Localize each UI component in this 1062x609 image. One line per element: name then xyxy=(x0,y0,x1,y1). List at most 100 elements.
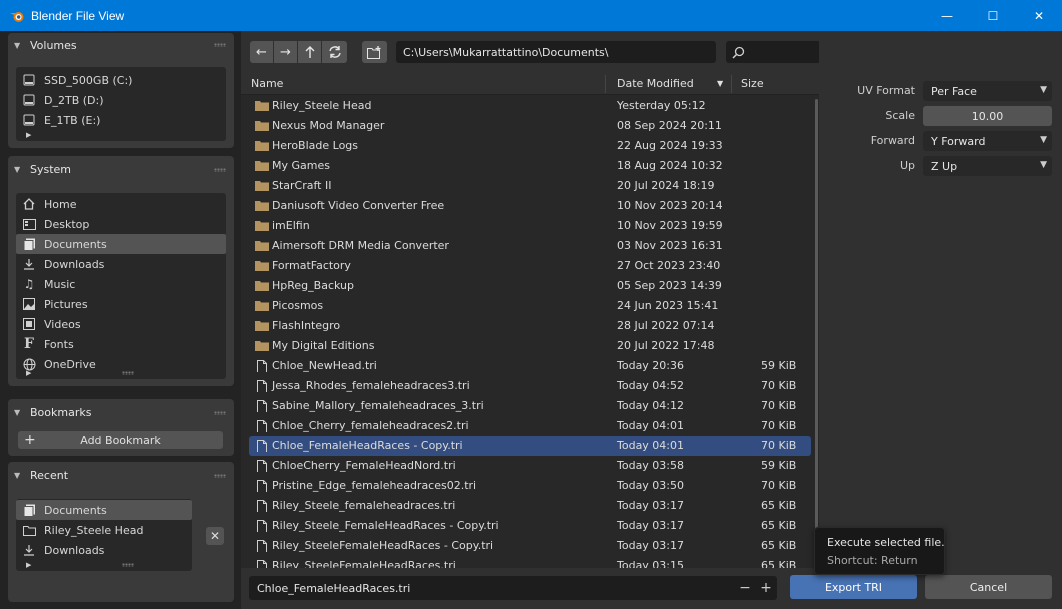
bookmarks-header[interactable]: ▼ Bookmarks xyxy=(8,399,234,425)
folder-icon xyxy=(255,221,269,231)
expand-arrow-icon[interactable]: ▶ xyxy=(26,369,31,377)
downloads-icon xyxy=(21,257,37,271)
expand-arrow-icon[interactable]: ▶ xyxy=(26,561,31,569)
sidebar-item-onedrive[interactable]: OneDrive xyxy=(16,354,226,374)
folder-row[interactable]: My Digital Editions 20 Jul 2022 17:48 xyxy=(249,336,811,356)
clear-recent-button[interactable]: ✕ xyxy=(206,527,224,545)
file-row[interactable]: Riley_Steele_FemaleHeadRaces - Copy.tri T… xyxy=(249,516,811,536)
uv-format-dropdown[interactable]: Per Face ▼ xyxy=(923,81,1052,101)
drive-icon xyxy=(21,93,37,107)
drag-grip-icon[interactable] xyxy=(214,43,226,47)
expand-arrow-icon[interactable]: ▶ xyxy=(26,131,31,139)
folder-icon xyxy=(21,523,37,537)
file-date: Today 04:12 xyxy=(617,399,685,412)
sidebar-item-documents[interactable]: Documents xyxy=(16,234,226,254)
new-folder-button[interactable] xyxy=(362,41,387,63)
filename-field[interactable]: Chloe_FemaleHeadRaces.tri xyxy=(249,576,777,600)
folder-icon xyxy=(255,121,269,131)
recent-header[interactable]: ▼ Recent xyxy=(8,462,234,488)
new-folder-icon xyxy=(367,45,381,59)
folder-row[interactable]: FlashIntegro 28 Jul 2022 07:14 xyxy=(249,316,811,336)
column-name[interactable]: Name xyxy=(251,77,283,90)
drag-grip-icon[interactable] xyxy=(214,474,226,478)
folder-row[interactable]: StarCraft II 20 Jul 2024 18:19 xyxy=(249,176,811,196)
column-divider[interactable] xyxy=(605,75,606,93)
export-tri-button[interactable]: Export TRI xyxy=(790,575,917,599)
system-header[interactable]: ▼ System xyxy=(8,156,234,182)
minimize-button[interactable]: — xyxy=(924,0,970,31)
resize-grip-icon[interactable] xyxy=(122,563,134,567)
folder-row[interactable]: FormatFactory 27 Oct 2023 23:40 xyxy=(249,256,811,276)
folder-icon xyxy=(255,241,269,251)
scale-field[interactable]: 10.00 xyxy=(923,106,1052,126)
pictures-icon xyxy=(21,297,37,311)
drag-grip-icon[interactable] xyxy=(214,168,226,172)
recent-item-documents[interactable]: Documents xyxy=(16,500,192,520)
recent-item-downloads[interactable]: Downloads xyxy=(16,540,192,560)
file-name: imElfin xyxy=(272,219,310,232)
close-button[interactable]: ✕ xyxy=(1016,0,1062,31)
folder-row[interactable]: Riley_Steele Head Yesterday 05:12 xyxy=(249,96,811,116)
recent-item-folder[interactable]: Riley_Steele Head xyxy=(16,520,192,540)
file-row[interactable]: Riley_Steele_femaleheadraces.tri Today 03… xyxy=(249,496,811,516)
folder-row[interactable]: Aimersoft DRM Media Converter 03 Nov 2023… xyxy=(249,236,811,256)
vertical-scrollbar[interactable] xyxy=(815,99,818,539)
refresh-button[interactable] xyxy=(322,41,347,63)
back-button[interactable]: ← xyxy=(250,41,273,63)
file-row[interactable]: Riley_SteeleFemaleHeadRaces - Copy.tri To… xyxy=(249,536,811,556)
file-name: My Games xyxy=(272,159,330,172)
maximize-button[interactable]: ☐ xyxy=(970,0,1016,31)
folder-row[interactable]: imElfin 10 Nov 2023 19:59 xyxy=(249,216,811,236)
sidebar-item-pictures[interactable]: Pictures xyxy=(16,294,226,314)
column-size[interactable]: Size xyxy=(741,77,764,90)
folder-row[interactable]: HeroBlade Logs 22 Aug 2024 19:33 xyxy=(249,136,811,156)
file-row[interactable]: Chloe_FemaleHeadRaces - Copy.tri Today 04… xyxy=(249,436,811,456)
folder-row[interactable]: Nexus Mod Manager 08 Sep 2024 20:11 xyxy=(249,116,811,136)
file-size: 59 KiB xyxy=(761,459,797,472)
cancel-button[interactable]: Cancel xyxy=(925,575,1052,599)
volume-item[interactable]: D_2TB (D:) xyxy=(16,90,226,110)
file-date: 20 Jul 2022 17:48 xyxy=(617,339,715,352)
file-date: Today 04:01 xyxy=(617,439,685,452)
file-row[interactable]: Jessa_Rhodes_femaleheadraces3.tri Today 0… xyxy=(249,376,811,396)
folder-row[interactable]: Picosmos 24 Jun 2023 15:41 xyxy=(249,296,811,316)
sidebar-item-desktop[interactable]: Desktop xyxy=(16,214,226,234)
file-row[interactable]: Chloe_Cherry_femaleheadraces2.tri Today 0… xyxy=(249,416,811,436)
column-divider[interactable] xyxy=(731,75,732,93)
decrement-filename-button[interactable]: − xyxy=(736,576,754,600)
system-panel: ▼ System Home Desktop Documents Download… xyxy=(8,156,234,386)
volumes-header[interactable]: ▼ Volumes xyxy=(8,33,234,57)
volume-item[interactable]: E_1TB (E:) xyxy=(16,110,226,130)
file-row[interactable]: Pristine_Edge_femaleheadraces02.tri Today… xyxy=(249,476,811,496)
file-row[interactable]: Riley_SteeleFemaleHeadRaces.tri Today 03:… xyxy=(249,556,811,568)
volumes-list: SSD_500GB (C:) D_2TB (D:) E_1TB (E:) ▶ xyxy=(16,67,226,141)
sidebar-item-downloads[interactable]: Downloads xyxy=(16,254,226,274)
volume-item[interactable]: SSD_500GB (C:) xyxy=(16,70,226,90)
file-row[interactable]: ChloeCherry_FemaleHeadNord.tri Today 03:5… xyxy=(249,456,811,476)
forward-button[interactable]: → xyxy=(274,41,297,63)
folder-row[interactable]: Daniusoft Video Converter Free 10 Nov 202… xyxy=(249,196,811,216)
file-row[interactable]: Chloe_NewHead.tri Today 20:36 59 KiB xyxy=(249,356,811,376)
plus-icon: + xyxy=(24,432,36,448)
forward-dropdown[interactable]: Y Forward ▼ xyxy=(923,131,1052,151)
bookmarks-title: Bookmarks xyxy=(30,405,92,419)
file-size: 70 KiB xyxy=(761,479,797,492)
sort-descending-icon[interactable]: ▼ xyxy=(717,79,723,88)
tooltip-description: Execute selected file. xyxy=(827,536,945,549)
folder-row[interactable]: HpReg_Backup 05 Sep 2023 14:39 xyxy=(249,276,811,296)
sidebar-item-home[interactable]: Home xyxy=(16,194,226,214)
add-bookmark-button[interactable]: + Add Bookmark xyxy=(18,431,223,449)
file-row[interactable]: Sabine_Mallory_femaleheadraces_3.tri Toda… xyxy=(249,396,811,416)
sidebar-item-music[interactable]: ♫ Music xyxy=(16,274,226,294)
parent-directory-button[interactable] xyxy=(298,41,321,63)
directory-path-field[interactable]: C:\Users\Mukarrattattino\Documents\ xyxy=(396,41,716,63)
folder-row[interactable]: My Games 18 Aug 2024 10:32 xyxy=(249,156,811,176)
up-dropdown[interactable]: Z Up ▼ xyxy=(923,156,1052,176)
sidebar-item-fonts[interactable]: F Fonts xyxy=(16,334,226,354)
resize-grip-icon[interactable] xyxy=(122,371,134,375)
increment-filename-button[interactable]: + xyxy=(757,576,775,600)
sidebar-item-videos[interactable]: Videos xyxy=(16,314,226,334)
column-date-modified[interactable]: Date Modified xyxy=(617,77,694,90)
file-date: 28 Jul 2022 07:14 xyxy=(617,319,715,332)
drag-grip-icon[interactable] xyxy=(214,411,226,415)
